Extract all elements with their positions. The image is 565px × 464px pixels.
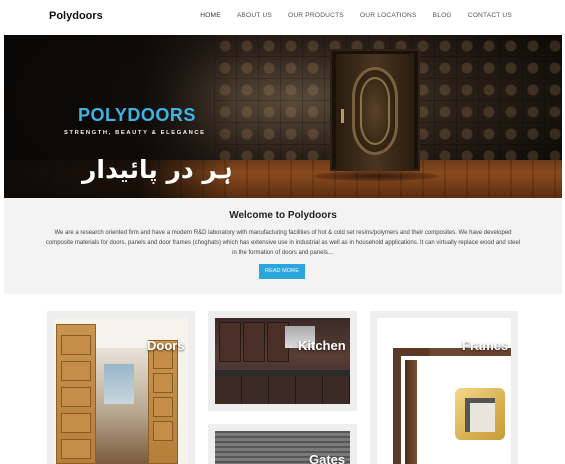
product-card-kitchen[interactable]: Kitchen (208, 311, 357, 411)
hero-tagline: STRENGTH, BEAUTY & ELEGANCE (64, 130, 206, 136)
card-label-frames: Frames (462, 338, 509, 353)
nav-our-products[interactable]: OUR PRODUCTS (288, 12, 344, 19)
kitchen-image (215, 318, 350, 404)
product-card-gates[interactable]: Gates (208, 424, 357, 464)
main-nav: HOME ABOUT US OUR PRODUCTS OUR LOCATIONS… (200, 12, 512, 19)
welcome-text: We are a research oriented firm and have… (45, 230, 521, 256)
nav-contact-us[interactable]: CONTACT US (468, 12, 512, 19)
nav-our-locations[interactable]: OUR LOCATIONS (360, 12, 417, 19)
site-logo[interactable]: Polydoors (49, 10, 103, 22)
read-more-button[interactable]: READ MORE (259, 264, 305, 279)
left-door-leaf (56, 324, 96, 464)
product-card-frames[interactable]: Frames (370, 311, 518, 464)
hero-urdu-slogan: ہر در پائیدار (82, 155, 233, 184)
nav-about-us[interactable]: ABOUT US (237, 12, 272, 19)
hero-banner: POLYDOORS STRENGTH, BEAUTY & ELEGANCE ہر… (4, 35, 562, 198)
hero-title: POLYDOORS (78, 105, 196, 125)
nav-home[interactable]: HOME (200, 12, 221, 19)
card-label-doors: Doors (147, 338, 185, 353)
product-card-doors[interactable]: Doors (47, 311, 195, 464)
right-door-leaf (148, 340, 178, 464)
card-label-kitchen: Kitchen (298, 338, 346, 353)
nav-blog[interactable]: BLOG (433, 12, 452, 19)
welcome-section: Welcome to Polydoors We are a research o… (4, 198, 562, 294)
card-label-gates: Gates (309, 452, 346, 464)
door-handle (341, 109, 344, 123)
welcome-title: Welcome to Polydoors (229, 210, 337, 221)
site-header: Polydoors HOME ABOUT US OUR PRODUCTS OUR… (0, 0, 565, 34)
